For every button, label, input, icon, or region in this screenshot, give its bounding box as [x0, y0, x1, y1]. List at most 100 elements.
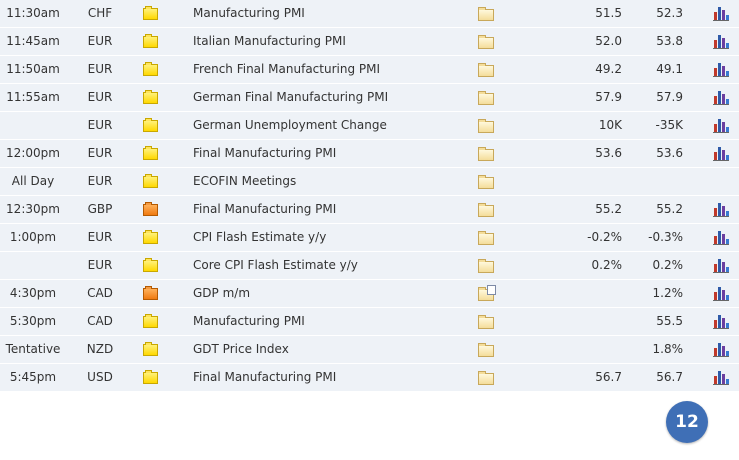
event-graph-cell: [713, 112, 729, 139]
event-title[interactable]: German Unemployment Change: [193, 112, 387, 139]
medium-impact-icon[interactable]: [143, 370, 158, 384]
event-title[interactable]: Italian Manufacturing PMI: [193, 28, 346, 55]
table-row[interactable]: 5:45pm USD Final Manufacturing PMI 56.7 56.7: [0, 364, 739, 392]
bar-chart-icon[interactable]: [713, 230, 729, 245]
event-title[interactable]: Final Manufacturing PMI: [193, 140, 336, 167]
event-title[interactable]: French Final Manufacturing PMI: [193, 56, 380, 83]
folder-icon[interactable]: [478, 175, 494, 189]
medium-impact-icon[interactable]: [143, 258, 158, 272]
table-row[interactable]: 5:30pm CAD Manufacturing PMI 55.5: [0, 308, 739, 336]
event-currency: CAD: [87, 286, 113, 300]
event-forecast: 57.9: [656, 90, 683, 104]
event-currency: NZD: [86, 342, 114, 356]
medium-impact-icon[interactable]: [143, 34, 158, 48]
event-title[interactable]: CPI Flash Estimate y/y: [193, 224, 326, 251]
event-forecast: 1.8%: [652, 342, 684, 356]
table-row[interactable]: Tentative NZD GDT Price Index 1.8%: [0, 336, 739, 364]
folder-icon[interactable]: [478, 343, 494, 357]
bar-chart-icon[interactable]: [713, 146, 729, 161]
event-title[interactable]: Final Manufacturing PMI: [193, 364, 336, 391]
medium-impact-icon[interactable]: [143, 314, 158, 328]
event-actual: 57.9: [595, 90, 622, 104]
event-actual: 56.7: [595, 370, 622, 384]
table-row[interactable]: 11:30am CHF Manufacturing PMI 51.5 52.3: [0, 0, 739, 28]
event-currency: EUR: [87, 90, 113, 104]
event-time: All Day: [11, 174, 55, 188]
folder-icon[interactable]: [478, 371, 494, 385]
bar-chart-icon[interactable]: [713, 258, 729, 273]
table-row[interactable]: 11:55am EUR German Final Manufacturing PMI…: [0, 84, 739, 112]
folder-icon[interactable]: [478, 91, 494, 105]
bar-chart-icon[interactable]: [713, 202, 729, 217]
folder-icon[interactable]: [478, 203, 494, 217]
event-currency: EUR: [87, 258, 113, 272]
event-actual: [560, 280, 622, 307]
folder-icon[interactable]: [478, 7, 494, 21]
bar-chart-icon[interactable]: [713, 62, 729, 77]
event-currency: EUR: [87, 174, 113, 188]
impact-cell: [143, 308, 158, 335]
folder-document-icon[interactable]: [478, 285, 496, 301]
event-time: 1:00pm: [9, 230, 57, 244]
table-row[interactable]: EUR German Unemployment Change 10K -35K: [0, 112, 739, 140]
event-time: [0, 112, 66, 139]
event-detail-cell: [478, 336, 494, 363]
medium-impact-icon[interactable]: [143, 146, 158, 160]
event-title[interactable]: Core CPI Flash Estimate y/y: [193, 252, 358, 279]
folder-icon[interactable]: [478, 119, 494, 133]
folder-icon[interactable]: [478, 315, 494, 329]
table-row[interactable]: All Day EUR ECOFIN Meetings: [0, 168, 739, 196]
high-impact-icon[interactable]: [143, 202, 158, 216]
table-row[interactable]: 12:00pm EUR Final Manufacturing PMI 53.6 53.…: [0, 140, 739, 168]
medium-impact-icon[interactable]: [143, 230, 158, 244]
event-forecast: 49.1: [656, 62, 683, 76]
event-detail-cell: [478, 84, 494, 111]
table-row[interactable]: 1:00pm EUR CPI Flash Estimate y/y -0.2% -0.3…: [0, 224, 739, 252]
medium-impact-icon[interactable]: [143, 62, 158, 76]
table-row[interactable]: 4:30pm CAD GDP m/m 1.2%: [0, 280, 739, 308]
folder-icon[interactable]: [478, 35, 494, 49]
bar-chart-icon[interactable]: [713, 286, 729, 301]
folder-icon[interactable]: [478, 63, 494, 77]
event-title[interactable]: German Final Manufacturing PMI: [193, 84, 388, 111]
event-time: [0, 252, 66, 279]
table-row[interactable]: 12:30pm GBP Final Manufacturing PMI 55.2 55.…: [0, 196, 739, 224]
bar-chart-icon[interactable]: [713, 118, 729, 133]
event-title[interactable]: GDP m/m: [193, 280, 250, 307]
medium-impact-icon[interactable]: [143, 118, 158, 132]
table-row[interactable]: 11:45am EUR Italian Manufacturing PMI 52.0 5…: [0, 28, 739, 56]
high-impact-icon[interactable]: [143, 286, 158, 300]
bar-chart-icon[interactable]: [713, 6, 729, 21]
event-time: 11:50am: [6, 62, 60, 76]
bar-chart-icon[interactable]: [713, 90, 729, 105]
event-detail-cell: [478, 112, 494, 139]
bar-chart-icon[interactable]: [713, 342, 729, 357]
medium-impact-icon[interactable]: [143, 174, 158, 188]
event-currency: USD: [87, 370, 113, 384]
event-title[interactable]: Final Manufacturing PMI: [193, 196, 336, 223]
folder-icon[interactable]: [478, 259, 494, 273]
event-detail-cell: [478, 224, 494, 251]
folder-icon[interactable]: [478, 147, 494, 161]
medium-impact-icon[interactable]: [143, 90, 158, 104]
event-title[interactable]: GDT Price Index: [193, 336, 289, 363]
event-detail-cell: [478, 196, 494, 223]
event-title[interactable]: Manufacturing PMI: [193, 0, 305, 27]
event-actual: 0.2%: [591, 258, 623, 272]
bar-chart-icon[interactable]: [713, 370, 729, 385]
folder-icon[interactable]: [478, 231, 494, 245]
event-actual: [560, 308, 622, 335]
event-title[interactable]: Manufacturing PMI: [193, 308, 305, 335]
event-graph-cell: [713, 252, 729, 279]
event-forecast: 1.2%: [652, 286, 684, 300]
medium-impact-icon[interactable]: [143, 342, 158, 356]
bar-chart-icon[interactable]: [713, 314, 729, 329]
table-row[interactable]: 11:50am EUR French Final Manufacturing PMI…: [0, 56, 739, 84]
event-title[interactable]: ECOFIN Meetings: [193, 168, 296, 195]
event-graph-cell: [713, 224, 729, 251]
bar-chart-icon[interactable]: [713, 34, 729, 49]
medium-impact-icon[interactable]: [143, 6, 158, 20]
table-row[interactable]: EUR Core CPI Flash Estimate y/y 0.2% 0.2%: [0, 252, 739, 280]
event-forecast: 55.2: [656, 202, 683, 216]
event-currency: EUR: [87, 118, 113, 132]
